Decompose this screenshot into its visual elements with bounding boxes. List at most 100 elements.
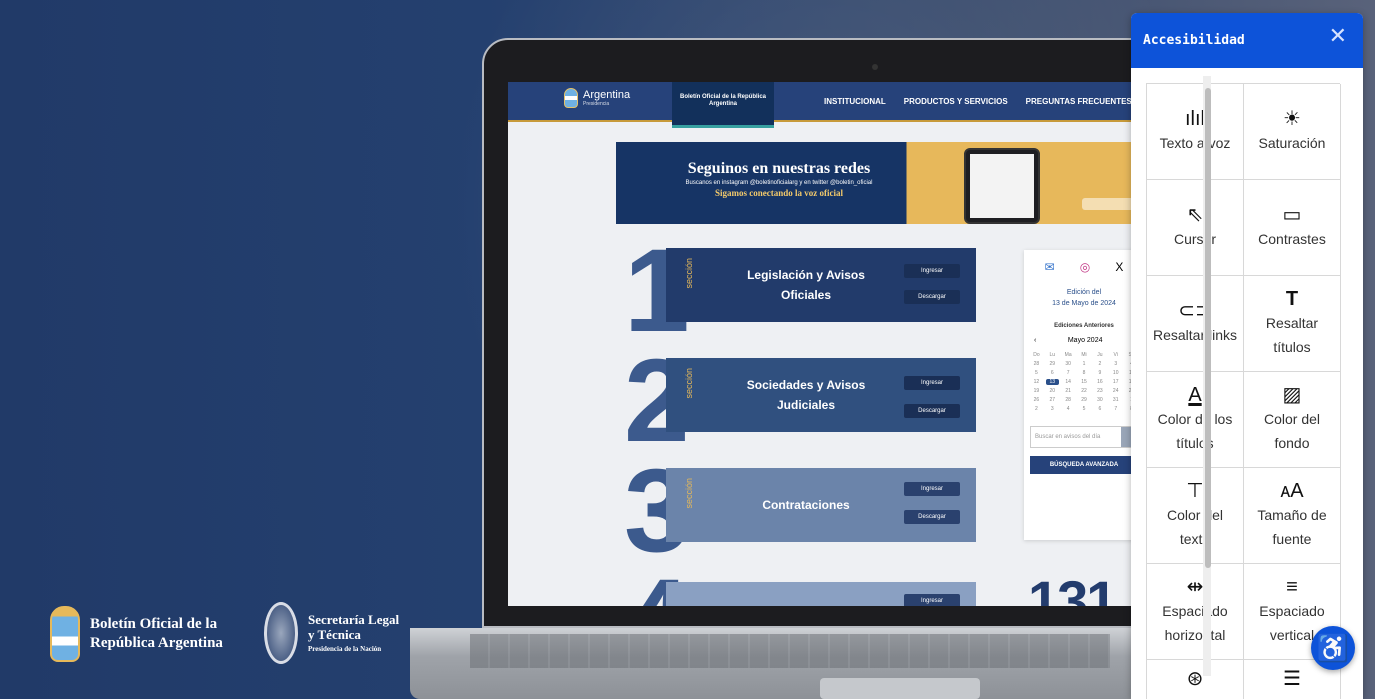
- ingresar-button[interactable]: Ingresar: [904, 264, 960, 278]
- section-title[interactable]: Legislación y Avisos Oficiales: [726, 248, 886, 322]
- section-label: sección: [684, 368, 694, 399]
- section-label: sección: [684, 258, 694, 289]
- section-title[interactable]: Contrataciones: [726, 468, 886, 542]
- laptop-camera: [872, 64, 878, 70]
- calendar-header: ‹ Mayo 2024: [1034, 337, 1134, 344]
- section-2: sección Sociedades y Avisos Judiciales I…: [620, 358, 976, 432]
- option-highlight-links[interactable]: ⊂⊃ Resaltar links: [1147, 276, 1244, 372]
- option-text-color[interactable]: ⊤ Color del texto: [1147, 468, 1244, 564]
- option-cursor[interactable]: ⇖ Cursor: [1147, 180, 1244, 276]
- option-font-size[interactable]: ᴀA Tamaño de fuente: [1244, 468, 1341, 564]
- option-text-to-speech[interactable]: ılıl Texto a voz: [1147, 84, 1244, 180]
- mail-icon[interactable]: ✉: [1045, 260, 1055, 274]
- sidebar-search-input[interactable]: Buscar en avisos del día: [1030, 426, 1138, 448]
- social-banner[interactable]: Seguinos en nuestras redes Buscanos en i…: [616, 142, 1144, 224]
- calendar-prev-icon[interactable]: ‹: [1034, 337, 1036, 344]
- secretaria-line-1: Secretaría Legal: [308, 612, 400, 628]
- option-label: Resaltar títulos: [1265, 314, 1319, 355]
- option-more-1[interactable]: ⊛: [1147, 660, 1244, 699]
- banner-text: Seguinos en nuestras redes Buscanos en i…: [644, 160, 914, 198]
- nav-preguntas[interactable]: PREGUNTAS FRECUENTES: [1026, 97, 1132, 106]
- banner-subtitle: Buscanos en instagram @boletinoficialarg…: [685, 180, 873, 186]
- secretaria-text: Secretaría Legal y Técnica Presidencia d…: [308, 612, 400, 653]
- descargar-button[interactable]: Descargar: [904, 510, 960, 524]
- boletin-oficial-text: Boletín Oficial de la República Argentin…: [90, 615, 223, 654]
- option-contrast[interactable]: ▭ Contrastes: [1244, 180, 1341, 276]
- option-background-color[interactable]: ▨ Color del fondo: [1244, 372, 1341, 468]
- brightness-icon: ☀: [1283, 107, 1301, 130]
- monitor-icon: ▭: [1282, 203, 1302, 226]
- secretaria-line-2: y Técnica: [308, 627, 361, 642]
- descargar-button[interactable]: Descargar: [904, 290, 960, 304]
- argentina-logo[interactable]: Argentina Presidencia: [564, 88, 630, 108]
- social-icons: ✉ ◎ X: [1024, 250, 1144, 274]
- logo-subtext: Presidencia: [583, 101, 610, 107]
- nav-links: INSTITUCIONAL PRODUCTOS Y SERVICIOS PREG…: [824, 97, 1132, 106]
- secretaria-sub: Presidencia de la Nación: [308, 644, 382, 653]
- edition-info: Edición del 13 de Mayo de 2024: [1024, 288, 1144, 309]
- accessibility-button[interactable]: ♿: [1311, 626, 1355, 670]
- boletin-line-1: Boletín Oficial de la: [90, 615, 218, 632]
- color-circles-icon: ⊛: [1186, 668, 1204, 690]
- accessibility-panel: Accesibilidad ✕ ılıl Texto a voz ☀ Satur…: [1131, 13, 1363, 699]
- image-icon: ▨: [1282, 383, 1302, 406]
- option-label: Color del texto: [1166, 506, 1224, 547]
- horizontal-spacing-icon: ⇹: [1186, 575, 1204, 598]
- scrollbar-thumb[interactable]: [1205, 88, 1211, 568]
- section-card-4: Ingresar: [666, 582, 976, 606]
- site-brand-tab[interactable]: Boletín Oficial de la República Argentin…: [672, 82, 774, 128]
- shield-icon: [564, 88, 578, 108]
- accessibility-title: Accesibilidad: [1143, 33, 1245, 48]
- option-label: Contrastes: [1258, 230, 1326, 247]
- calendar-month: Mayo 2024: [1067, 337, 1103, 344]
- accessibility-options: ılıl Texto a voz ☀ Saturación ⇖ Cursor ▭…: [1146, 83, 1341, 699]
- font-size-icon: ᴀA: [1280, 479, 1304, 502]
- option-label: Resaltar links: [1152, 326, 1238, 343]
- vertical-spacing-icon: ≡: [1286, 575, 1298, 598]
- descargar-button[interactable]: Descargar: [904, 404, 960, 418]
- logo-text: Argentina: [583, 89, 631, 101]
- section-card-3: sección Contrataciones Ingresar Descarga…: [666, 468, 976, 542]
- option-label: Tamaño de fuente: [1257, 506, 1327, 547]
- instagram-icon[interactable]: ◎: [1080, 260, 1090, 274]
- section-title[interactable]: Sociedades y Avisos Judiciales: [726, 358, 886, 432]
- option-label: Espaciado horizontal: [1162, 602, 1228, 643]
- x-icon[interactable]: X: [1115, 260, 1123, 274]
- site-navbar: Argentina Presidencia Boletín Oficial de …: [508, 82, 1148, 128]
- option-title-color[interactable]: A Color de los títulos: [1147, 372, 1244, 468]
- align-text-icon: ☰: [1283, 668, 1301, 690]
- section-3: sección Contrataciones Ingresar Descarga…: [620, 468, 976, 542]
- calendar-grid[interactable]: DoLuMaMiJuViSa 2829301234 567891011 1213…: [1030, 352, 1138, 412]
- edition-sidebar: ✉ ◎ X Edición del 13 de Mayo de 2024 Edi…: [1024, 250, 1144, 540]
- option-saturation[interactable]: ☀ Saturación: [1244, 84, 1341, 180]
- cursor-icon: ⇖: [1186, 203, 1204, 226]
- accessibility-header: Accesibilidad ✕: [1131, 13, 1363, 68]
- phone-image: [964, 148, 1040, 224]
- option-label: Texto a voz: [1159, 134, 1231, 151]
- nav-productos[interactable]: PRODUCTOS Y SERVICIOS: [904, 97, 1008, 106]
- ingresar-button[interactable]: Ingresar: [904, 482, 960, 496]
- option-highlight-titles[interactable]: T Resaltar títulos: [1244, 276, 1341, 372]
- advanced-search-button[interactable]: BÚSQUEDA AVANZADA: [1030, 456, 1138, 474]
- section-label: sección: [684, 478, 694, 509]
- option-horizontal-spacing[interactable]: ⇹ Espaciado horizontal: [1147, 564, 1244, 660]
- previous-editions-title: Ediciones Anteriores: [1054, 323, 1114, 329]
- national-shield-icon: [264, 602, 298, 664]
- nav-institucional[interactable]: INSTITUCIONAL: [824, 97, 886, 106]
- accessibility-person-icon: ♿: [1316, 632, 1350, 663]
- section-4: Ingresar: [620, 582, 976, 606]
- edition-date[interactable]: 13 de Mayo de 2024: [1024, 299, 1144, 310]
- section-card-2: sección Sociedades y Avisos Judiciales I…: [666, 358, 976, 432]
- ingresar-button[interactable]: Ingresar: [904, 376, 960, 390]
- secretaria-legal-logo: Secretaría Legal y Técnica Presidencia d…: [264, 602, 399, 664]
- boletin-line-2: República Argentina: [90, 635, 223, 651]
- banner-title: Seguinos en nuestras redes: [687, 160, 871, 177]
- close-icon[interactable]: ✕: [1329, 25, 1347, 47]
- banner-tagline: Sigamos conectando la voz oficial: [715, 188, 843, 198]
- option-label: Saturación: [1258, 134, 1326, 151]
- coat-of-arms-icon: [50, 606, 80, 662]
- ingresar-button[interactable]: Ingresar: [904, 594, 960, 606]
- heading-icon: T: [1285, 287, 1299, 310]
- boletin-oficial-logo: Boletín Oficial de la República Argentin…: [50, 606, 223, 662]
- banner-logo: [1082, 198, 1138, 210]
